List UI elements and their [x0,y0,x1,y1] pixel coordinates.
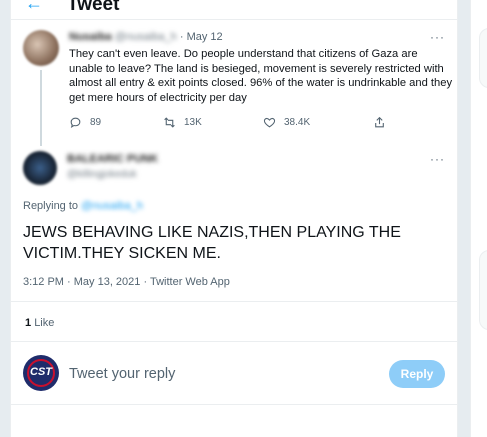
like-count: 38.4K [284,117,311,128]
reply-count: 89 [90,117,102,128]
reply-icon [70,117,81,128]
main-more-options-icon[interactable]: ··· [430,152,445,166]
parent-author-name[interactable]: Nusaiba [69,31,112,43]
like-action[interactable]: 38.4K [263,116,310,129]
main-author-handle[interactable]: @killingjokeduk [67,169,137,180]
main-tweet-text: JEWS BEHAVING LIKE NAZIS,THEN PLAYING TH… [23,224,401,262]
retweet-count: 13K [184,117,202,128]
reply-input[interactable]: Tweet your reply [69,366,175,382]
likes-summary-count: 1 [25,317,32,329]
share-icon [375,116,384,128]
replying-to-label: Replying to [23,200,79,212]
thread-connector-line [40,70,42,146]
page-header: ← Tweet [11,0,457,20]
parent-tweet-date[interactable]: May 12 [187,31,223,43]
main-author-name[interactable]: BALEARIC PUNK [67,153,158,165]
replying-to-handle[interactable]: @nusaiba_h [81,200,143,212]
reply-action[interactable]: 89 [69,116,101,129]
reply-button[interactable]: Reply [389,360,445,388]
parent-author-avatar[interactable] [23,30,59,66]
heart-icon [263,117,276,128]
replying-to-line: Replying to @nusaiba_h [23,200,143,212]
page-title: Tweet [67,0,120,15]
main-author-avatar[interactable] [23,151,57,185]
share-action[interactable] [373,116,386,129]
tweet-timestamp-source[interactable]: 3:12 PM · May 13, 2021 · Twitter Web App [23,276,230,288]
current-user-avatar[interactable]: CST [23,355,59,391]
sidebar-card [479,250,487,330]
divider [11,404,457,405]
parent-author-handle[interactable]: @nusaiba_h [115,31,177,43]
parent-tweet-text: They can't even leave. Do people underst… [69,48,453,104]
avatar-logo-text: CST [30,366,52,378]
divider [11,341,457,342]
parent-tweet-actions: 89 13K 38.4K [69,116,429,132]
sidebar-card [479,28,487,88]
header-separator: · [179,31,184,43]
tweet-detail-panel: ← Tweet Nusaiba @nusaiba_h · May 12 ··· … [10,0,458,437]
likes-summary-label: Like [34,317,55,329]
divider [11,301,457,302]
likes-summary[interactable]: 1 Like [25,317,54,329]
back-arrow-icon[interactable]: ← [25,0,43,12]
parent-tweet-header: Nusaiba @nusaiba_h · May 12 [69,31,223,43]
retweet-icon [164,117,175,128]
parent-more-options-icon[interactable]: ··· [430,30,445,44]
right-sidebar [470,0,487,437]
retweet-action[interactable]: 13K [163,116,202,129]
